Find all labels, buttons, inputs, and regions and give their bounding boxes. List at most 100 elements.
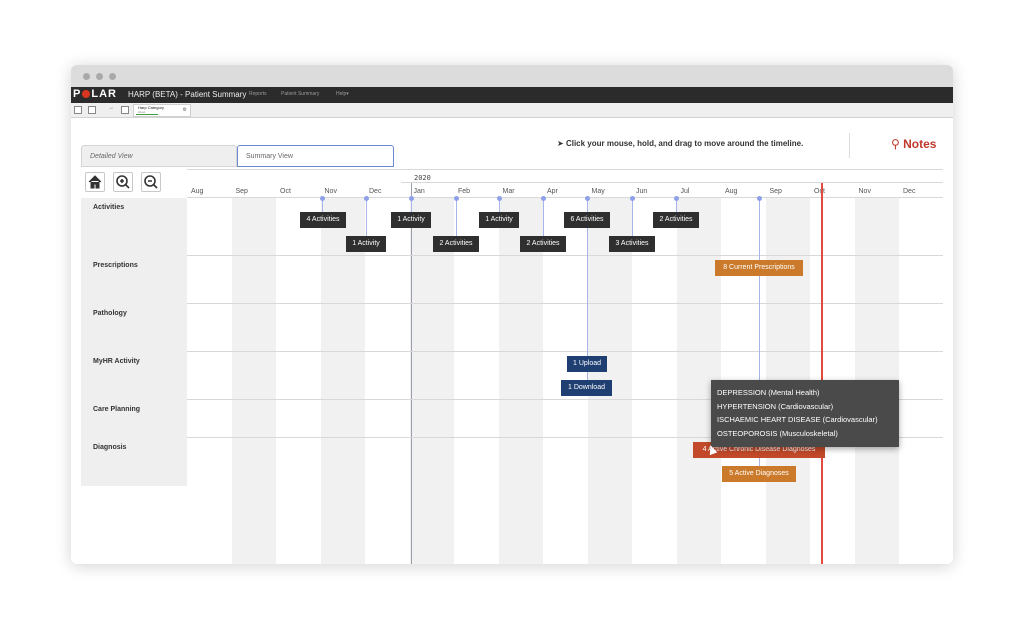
zoom-in-icon: [116, 175, 130, 189]
today-line: [821, 183, 823, 564]
event-connector: [543, 198, 544, 236]
menu-reports[interactable]: Reports: [249, 91, 267, 97]
month-label: Feb: [458, 188, 471, 195]
event-pin: [409, 196, 414, 201]
drag-instruction: ➤ Click your mouse, hold, and drag to mo…: [557, 139, 803, 148]
activity-tag[interactable]: 6 Activities: [564, 212, 610, 228]
row-label: Activities: [93, 204, 125, 211]
row-diagnosis: Diagnosis: [81, 438, 187, 486]
tooltip-line: DEPRESSION (Mental Health): [717, 388, 820, 397]
event-pin: [757, 196, 762, 201]
event-connector: [366, 198, 367, 236]
month-label: Mar: [502, 188, 515, 195]
window-close-dot[interactable]: [83, 73, 90, 80]
month-label: Jun: [636, 188, 648, 195]
month-label: Dec: [369, 188, 382, 195]
row-prescriptions: Prescriptions: [81, 256, 187, 304]
row-divider: [187, 351, 943, 352]
row-label: Prescriptions: [93, 262, 138, 269]
back-icon[interactable]: [88, 106, 96, 114]
activity-tag[interactable]: 3 Activities: [609, 236, 655, 252]
logo-dot-icon: [82, 90, 91, 98]
timeline-top-border: [187, 169, 943, 170]
activity-tag[interactable]: 2 Activities: [653, 212, 699, 228]
event-pin: [541, 196, 546, 201]
notes-label: Notes: [903, 137, 937, 151]
row-label: MyHR Activity: [93, 358, 140, 365]
home-button[interactable]: [85, 172, 105, 192]
event-connector: [456, 198, 457, 236]
menu-help-label: Help: [336, 91, 347, 97]
month-band: [409, 198, 454, 564]
window-maximize-dot[interactable]: [109, 73, 116, 80]
tab-summary-view[interactable]: Summary View: [237, 145, 394, 167]
sheet-chip[interactable]: Harp Category sheet ⚙: [133, 104, 191, 117]
month-label: Jul: [680, 188, 690, 195]
app-window: P LAR HARP (BETA) - Patient Summary Repor…: [71, 65, 953, 564]
active-diagnoses-tag[interactable]: 5 Active Diagnoses: [722, 466, 796, 482]
month-label: Nov: [858, 188, 871, 195]
app-title: HARP (BETA) - Patient Summary: [128, 90, 247, 99]
activity-tag[interactable]: 4 Activities: [300, 212, 346, 228]
activity-tag[interactable]: 2 Activities: [433, 236, 479, 252]
month-header-border: [187, 197, 943, 198]
year-divider: [401, 182, 943, 183]
month-band: [231, 198, 276, 564]
pin-icon: ⚲: [891, 137, 900, 151]
window-minimize-dot[interactable]: [96, 73, 103, 80]
row-label: Pathology: [93, 310, 127, 317]
month-band: [320, 198, 365, 564]
zoom-in-button[interactable]: [113, 172, 133, 192]
gear-icon[interactable]: ⚙: [183, 107, 187, 113]
prescriptions-tag[interactable]: 8 Current Prescriptions: [715, 260, 803, 276]
row-care-planning: Care Planning: [81, 400, 187, 438]
event-pin: [320, 196, 325, 201]
event-connector: [632, 198, 633, 236]
month-label: Dec: [903, 188, 916, 195]
myhr-download-tag[interactable]: 1 Download: [561, 380, 612, 396]
activity-tag[interactable]: 1 Activity: [391, 212, 431, 228]
event-pin: [674, 196, 679, 201]
row-divider: [187, 303, 943, 304]
tab-summary-label: Summary View: [246, 153, 293, 160]
month-label: Nov: [324, 188, 337, 195]
activity-tag[interactable]: 1 Activity: [346, 236, 386, 252]
menu-help[interactable]: Help▾: [336, 91, 349, 97]
select-icon[interactable]: [74, 106, 82, 114]
activity-tag[interactable]: 2 Activities: [520, 236, 566, 252]
notes-button[interactable]: ⚲ Notes: [891, 137, 936, 151]
event-pin: [630, 196, 635, 201]
tab-detailed-view[interactable]: Detailed View: [81, 145, 237, 167]
month-label: Jan: [413, 188, 425, 195]
instruction-text: Click your mouse, hold, and drag to move…: [565, 139, 804, 148]
month-label: Oct: [280, 188, 291, 195]
tab-detailed-label: Detailed View: [90, 153, 133, 160]
sheet-toolbar: → Harp Category sheet ⚙: [71, 103, 953, 118]
event-pin: [497, 196, 502, 201]
event-pin: [585, 196, 590, 201]
month-label: Oct: [814, 188, 825, 195]
month-label: Apr: [547, 188, 558, 195]
myhr-upload-tag[interactable]: 1 Upload: [567, 356, 607, 372]
row-label: Diagnosis: [93, 444, 127, 451]
month-label: May: [591, 188, 605, 195]
forward-icon[interactable]: →: [108, 105, 114, 111]
home-icon: [88, 175, 102, 189]
activity-tag[interactable]: 1 Activity: [479, 212, 519, 228]
row-myhr-activity: MyHR Activity: [81, 352, 187, 400]
month-label: Sep: [769, 188, 782, 195]
sheet-chip-indicator: [136, 114, 158, 115]
row-activities: Activities: [81, 198, 187, 256]
row-divider: [187, 255, 943, 256]
menu-patient-summary[interactable]: Patient Summary: [281, 91, 319, 97]
tooltip-line: HYPERTENSION (Cardiovascular): [717, 401, 834, 411]
edit-icon[interactable]: [121, 106, 129, 114]
zoom-out-icon: [144, 175, 158, 189]
month-band: [498, 198, 543, 564]
event-pin: [364, 196, 369, 201]
zoom-out-button[interactable]: [141, 172, 161, 192]
header-divider: [849, 133, 850, 158]
row-label: Care Planning: [93, 406, 141, 413]
app-header: P LAR HARP (BETA) - Patient Summary Repor…: [71, 87, 953, 103]
row-pathology: Pathology: [81, 304, 187, 352]
